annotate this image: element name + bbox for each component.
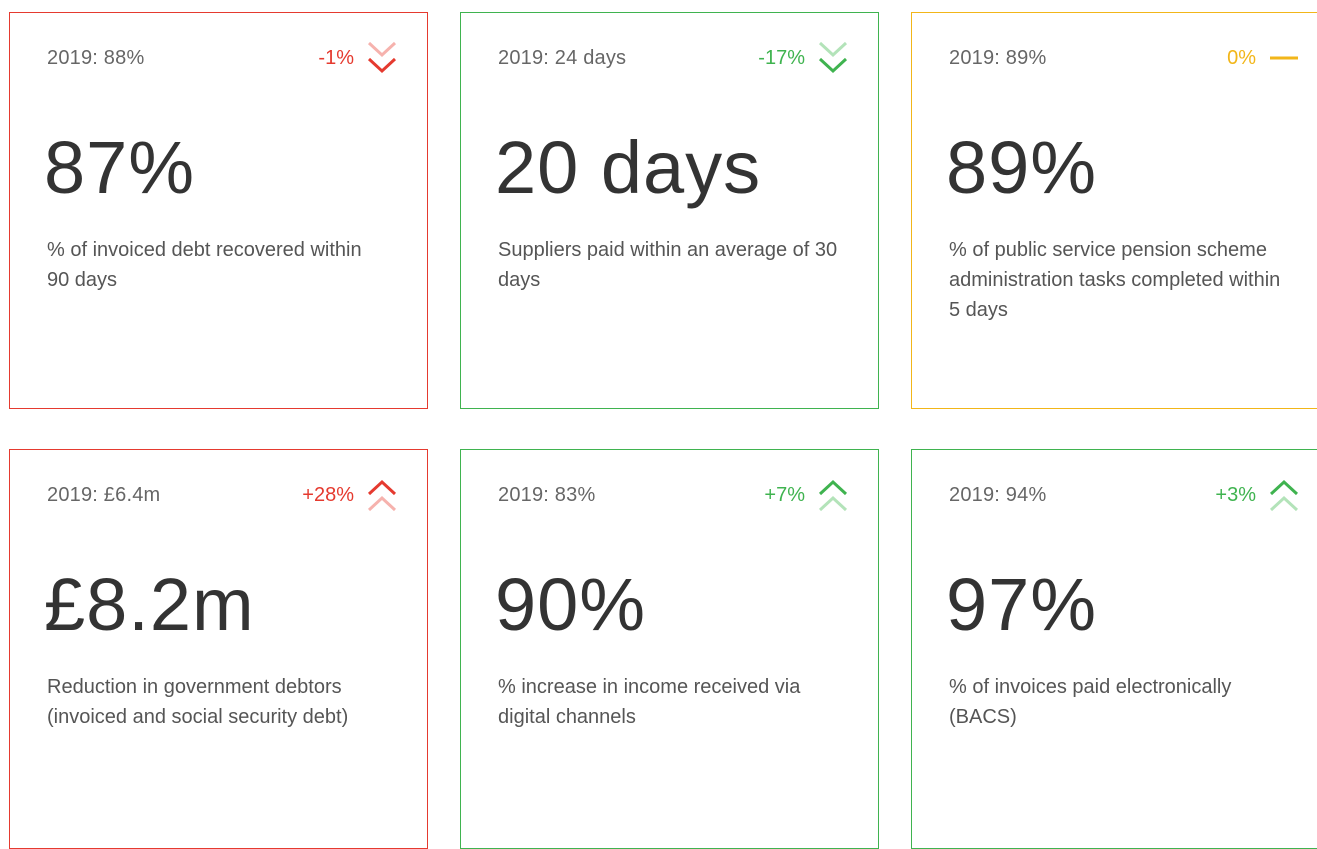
change-percentage: 0%: [1227, 47, 1256, 69]
previous-year-value: 2019: £6.4m: [47, 484, 161, 506]
double-chevron-up-icon: [1269, 479, 1299, 512]
kpi-description: % of public service pension scheme admin…: [949, 239, 1281, 321]
kpi-description: Reduction in government debtors (invoice…: [47, 676, 349, 728]
change-percentage: -1%: [318, 47, 354, 69]
change-percentage: +3%: [1215, 484, 1256, 506]
change-percentage: -17%: [758, 47, 805, 69]
double-chevron-up-icon: [818, 479, 848, 512]
kpi-description: % of invoices paid electronically (BACS): [949, 676, 1232, 728]
kpi-description: % of invoiced debt recovered within 90 d…: [47, 239, 362, 291]
kpi-description: % increase in income received via digita…: [498, 676, 801, 728]
previous-year-value: 2019: 83%: [498, 484, 596, 506]
change-percentage: +7%: [764, 484, 805, 506]
previous-year-value: 2019: 94%: [949, 484, 1047, 506]
previous-year-value: 2019: 24 days: [498, 47, 627, 69]
kpi-value: 20 days: [495, 126, 762, 209]
kpi-card-digital-income: 2019: 83% +7% 90% % increase in income r…: [460, 449, 879, 849]
kpi-value: 89%: [946, 126, 1098, 209]
kpi-value: 87%: [44, 126, 196, 209]
double-chevron-down-icon: [367, 41, 397, 74]
kpi-card-suppliers-paid: 2019: 24 days -17% 20 days Suppliers pai…: [460, 12, 879, 409]
kpi-card-invoices-electronic: 2019: 94% +3% 97% % of invoices paid ele…: [911, 449, 1317, 849]
kpi-description: Suppliers paid within an average of 30 d…: [498, 239, 838, 291]
kpi-value: 97%: [946, 563, 1098, 646]
kpi-card-debtors-reduction: 2019: £6.4m +28% £8.2m Reduction in gove…: [9, 449, 428, 849]
double-chevron-down-icon: [818, 41, 848, 74]
double-chevron-up-icon: [367, 479, 397, 512]
previous-year-value: 2019: 89%: [949, 47, 1047, 69]
kpi-card-pension-tasks: 2019: 89% 0% 89% % of public service pen…: [911, 12, 1317, 409]
previous-year-value: 2019: 88%: [47, 47, 145, 69]
change-percentage: +28%: [302, 484, 354, 506]
kpi-value: £8.2m: [44, 563, 255, 646]
dash-icon: [1270, 56, 1298, 60]
kpi-value: 90%: [495, 563, 647, 646]
kpi-card-debt-recovered: 2019: 88% -1% 87% % of invoiced debt rec…: [9, 12, 428, 409]
